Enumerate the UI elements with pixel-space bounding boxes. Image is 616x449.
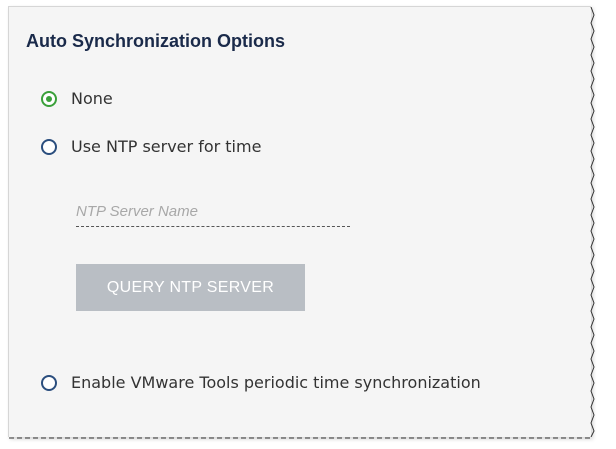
query-ntp-server-button[interactable]: QUERY NTP SERVER xyxy=(76,264,305,311)
radio-unselected-icon[interactable] xyxy=(41,138,57,155)
torn-edge-right xyxy=(590,7,595,437)
auto-sync-options-panel: Auto Synchronization Options None Use NT… xyxy=(8,6,595,439)
radio-option-none[interactable]: None xyxy=(41,89,113,108)
radio-label-none: None xyxy=(71,89,113,108)
radio-option-vmware-tools[interactable]: Enable VMware Tools periodic time synchr… xyxy=(41,373,481,392)
ntp-server-name-input[interactable] xyxy=(76,197,350,227)
radio-label-ntp-server: Use NTP server for time xyxy=(71,137,262,156)
radio-option-ntp-server[interactable]: Use NTP server for time xyxy=(41,137,261,156)
torn-edge-bottom xyxy=(9,437,591,439)
section-title: Auto Synchronization Options xyxy=(26,31,285,51)
radio-unselected-icon[interactable] xyxy=(41,374,57,391)
radio-label-vmware-tools: Enable VMware Tools periodic time synchr… xyxy=(71,373,481,392)
radio-selected-icon[interactable] xyxy=(41,90,57,107)
